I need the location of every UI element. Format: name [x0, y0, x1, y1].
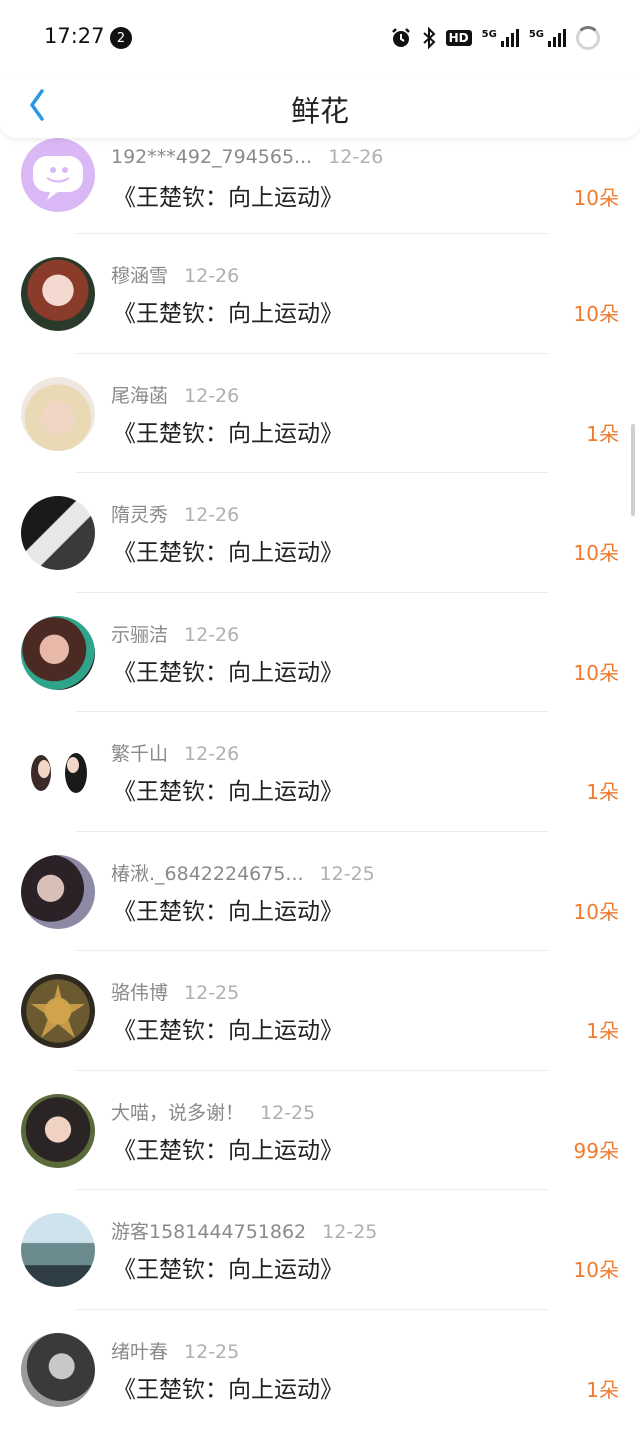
work-title: 《王楚钦：向上运动》: [113, 420, 343, 447]
flower-amount: 1朵: [586, 780, 619, 804]
list-item[interactable]: 游客1581444751862 12-25 《王楚钦：向上运动》 10朵: [0, 1190, 640, 1310]
user-name: 骆伟博: [111, 982, 169, 1004]
flower-amount: 10朵: [573, 302, 619, 326]
gift-date: 12-25: [260, 1101, 316, 1124]
avatar[interactable]: [21, 854, 95, 929]
avatar[interactable]: [21, 257, 95, 331]
avatar[interactable]: [21, 1332, 95, 1407]
flower-amount: 10朵: [573, 660, 619, 685]
flower-amount: 10朵: [573, 899, 619, 924]
work-title: 《王楚钦：向上运动》: [113, 301, 343, 327]
item-meta: 示骊洁 12-26: [111, 620, 239, 647]
status-time: 17:27: [44, 24, 105, 48]
item-meta: 尾海菡 12-26: [111, 381, 239, 408]
list-item[interactable]: 192***492_794565... 12-26 《王楚钦：向上运动》 10朵: [0, 138, 640, 234]
work-title: 《王楚钦：向上运动》: [113, 1257, 343, 1283]
starfish-icon: [31, 984, 85, 1038]
user-name: 示骊洁: [111, 623, 169, 646]
item-meta: 隋灵秀 12-26: [111, 500, 239, 527]
avatar[interactable]: [21, 138, 95, 212]
list-item[interactable]: 示骊洁 12-26 《王楚钦：向上运动》 10朵: [0, 593, 640, 712]
gift-date: 12-26: [328, 146, 384, 168]
work-title: 《王楚钦：向上运动》: [113, 1018, 343, 1044]
flower-amount: 1朵: [586, 1019, 619, 1043]
work-title: 《王楚钦：向上运动》: [113, 898, 343, 925]
avatar[interactable]: [21, 376, 95, 451]
avatar[interactable]: [21, 1213, 95, 1287]
gift-date: 12-26: [184, 623, 240, 646]
notification-count-badge: 2: [110, 27, 132, 49]
item-meta: 骆伟博 12-25: [111, 978, 239, 1005]
user-name: 隋灵秀: [111, 504, 169, 526]
list-item[interactable]: 隋灵秀 12-26 《王楚钦：向上运动》 10朵: [0, 473, 640, 593]
avatar[interactable]: [21, 974, 95, 1048]
work-title: 《王楚钦：向上运动》: [113, 1376, 343, 1403]
item-meta: 游客1581444751862 12-25: [111, 1217, 377, 1244]
navigation-header: 鲜花: [0, 76, 640, 138]
gift-date: 12-26: [184, 743, 240, 765]
bluetooth-icon: [422, 27, 436, 49]
page-title: 鲜花: [290, 94, 349, 128]
list-item[interactable]: 绪叶春 12-25 《王楚钦：向上运动》 1朵: [0, 1310, 640, 1430]
flower-amount: 10朵: [573, 1258, 619, 1282]
list-item[interactable]: 繁千山 12-26 《王楚钦：向上运动》 1朵: [0, 712, 640, 832]
gift-date: 12-25: [184, 1340, 240, 1363]
user-name: 繁千山: [111, 743, 169, 765]
work-title: 《王楚钦：向上运动》: [113, 779, 343, 805]
user-name: 椿湫._6842224675...: [111, 862, 304, 885]
avatar[interactable]: [21, 735, 95, 809]
flower-list: 192***492_794565... 12-26 《王楚钦：向上运动》 10朵 …: [0, 138, 640, 1429]
gift-date: 12-26: [184, 265, 240, 287]
work-title: 《王楚钦：向上运动》: [113, 540, 343, 566]
gift-date: 12-25: [184, 982, 240, 1004]
chat-bubble-icon: [33, 156, 83, 200]
item-meta: 192***492_794565... 12-26: [111, 146, 383, 168]
gift-date: 12-26: [184, 384, 240, 407]
flower-amount: 10朵: [573, 186, 619, 210]
list-item[interactable]: 椿湫._6842224675... 12-25 《王楚钦：向上运动》 10朵: [0, 832, 640, 951]
list-item[interactable]: 大喵，说多谢！ 12-25 《王楚钦：向上运动》 99朵: [0, 1071, 640, 1190]
gift-date: 12-25: [322, 1221, 378, 1243]
item-meta: 椿湫._6842224675... 12-25: [111, 859, 375, 886]
alarm-icon: [391, 28, 410, 47]
signal-icon-1: 5G: [482, 29, 519, 47]
item-meta: 穆涵雪 12-26: [111, 261, 239, 288]
avatar[interactable]: [21, 615, 95, 690]
scrollbar[interactable]: [631, 424, 635, 516]
avatar[interactable]: [21, 1093, 95, 1168]
item-meta: 绪叶春 12-25: [111, 1337, 239, 1364]
user-name: 大喵，说多谢！: [111, 1101, 245, 1124]
work-title: 《王楚钦：向上运动》: [113, 659, 343, 686]
avatar[interactable]: [21, 496, 95, 570]
user-name: 尾海菡: [111, 384, 169, 407]
flower-amount: 1朵: [586, 1377, 619, 1402]
user-name: 游客1581444751862: [111, 1221, 307, 1243]
user-name: 穆涵雪: [111, 265, 169, 287]
status-bar: 17:27 2 HD 5G 5G: [0, 0, 640, 76]
flower-amount: 1朵: [586, 421, 619, 446]
gift-date: 12-26: [184, 504, 240, 526]
gift-date: 12-25: [319, 862, 375, 885]
work-title: 《王楚钦：向上运动》: [113, 1137, 343, 1164]
user-name: 绪叶春: [111, 1340, 169, 1363]
flower-amount: 10朵: [573, 541, 619, 565]
flower-amount: 99朵: [573, 1138, 619, 1163]
item-meta: 大喵，说多谢！ 12-25: [111, 1098, 315, 1125]
hd-voice-icon: HD: [445, 30, 472, 46]
list-item[interactable]: 骆伟博 12-25 《王楚钦：向上运动》 1朵: [0, 951, 640, 1071]
battery-loading-icon: [576, 26, 600, 50]
status-icons: HD 5G 5G: [390, 25, 600, 51]
signal-icon-2: 5G: [529, 29, 566, 47]
list-item[interactable]: 尾海菡 12-26 《王楚钦：向上运动》 1朵: [0, 354, 640, 473]
list-item[interactable]: 穆涵雪 12-26 《王楚钦：向上运动》 10朵: [0, 234, 640, 354]
item-meta: 繁千山 12-26: [111, 739, 239, 766]
user-name: 192***492_794565...: [111, 146, 313, 168]
work-title: 《王楚钦：向上运动》: [113, 185, 343, 211]
